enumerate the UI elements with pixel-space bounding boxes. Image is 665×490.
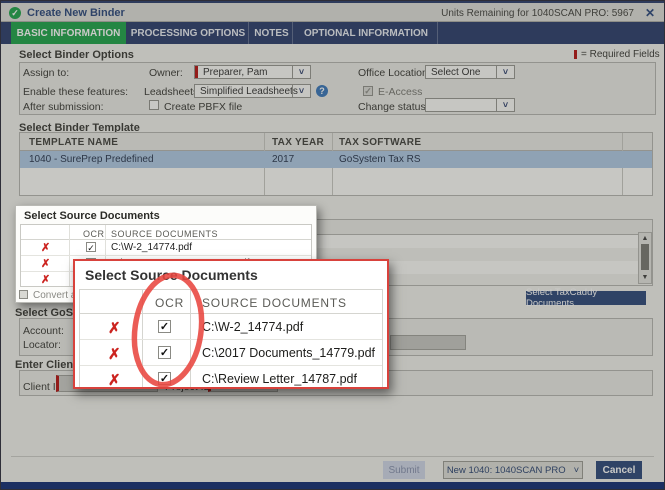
document-filename: C:\W-2_14774.pdf (111, 242, 192, 253)
ocr-checkbox[interactable]: ✓ (158, 320, 171, 333)
delete-icon[interactable]: ✗ (108, 371, 121, 389)
source-panel-title: Select Source Documents (24, 210, 160, 222)
create-new-binder-dialog: ✓ Create New Binder Units Remaining for … (0, 0, 665, 490)
ocr-checkbox[interactable]: ✓ (158, 372, 171, 385)
document-row: ✗ ✓ C:\W-2_14774.pdf (80, 314, 382, 340)
source-panel-header-row: OCR SOURCE DOCUMENTS (21, 225, 311, 240)
ocr-checkbox[interactable]: ✓ (158, 346, 171, 359)
document-filename: C:\W-2_14774.pdf (202, 320, 303, 334)
delete-icon[interactable]: ✗ (108, 345, 121, 363)
documents-column-header: SOURCE DOCUMENTS (111, 229, 218, 239)
zoom-callout-panel: Select Source Documents OCR SOURCE DOCUM… (73, 259, 389, 389)
document-row: ✗ ✓ C:\W-2_14774.pdf (21, 240, 311, 256)
convert-checkbox (19, 290, 28, 299)
ocr-checkbox[interactable]: ✓ (86, 242, 96, 252)
documents-column-header: SOURCE DOCUMENTS (202, 296, 347, 310)
callout-title: Select Source Documents (85, 267, 258, 283)
ocr-column-header: OCR (155, 296, 184, 310)
bottom-navy-strip (1, 482, 664, 489)
document-filename: C:\Review Letter_14787.pdf (202, 372, 357, 386)
document-filename: C:\2017 Documents_14779.pdf (202, 346, 375, 360)
convert-label: Convert a (33, 290, 76, 301)
callout-table: OCR SOURCE DOCUMENTS ✗ ✓ C:\W-2_14774.pd… (79, 289, 383, 389)
delete-icon[interactable]: ✗ (41, 241, 50, 254)
delete-icon[interactable]: ✗ (41, 273, 50, 286)
document-row: ✗ ✓ C:\2017 Documents_14779.pdf (80, 340, 382, 366)
document-row: ✗ ✓ C:\Review Letter_14787.pdf (80, 366, 382, 389)
delete-icon[interactable]: ✗ (108, 319, 121, 337)
ocr-column-header: OCR (83, 229, 105, 239)
delete-icon[interactable]: ✗ (41, 257, 50, 270)
callout-header-row: OCR SOURCE DOCUMENTS (80, 290, 382, 314)
